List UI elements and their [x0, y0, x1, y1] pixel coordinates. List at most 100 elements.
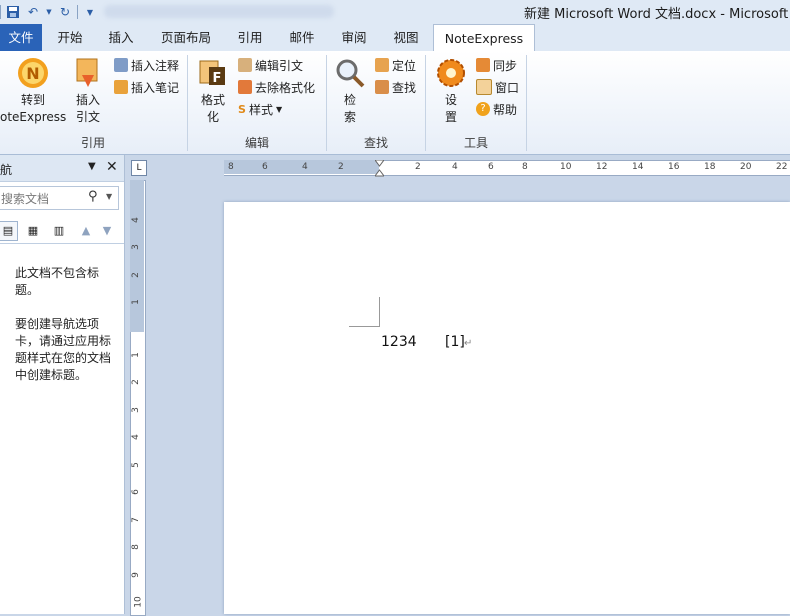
pen-icon [114, 80, 128, 94]
tab-insert[interactable]: 插入 [101, 24, 141, 51]
window-icon [476, 79, 492, 95]
tab-home[interactable]: 开始 [50, 24, 90, 51]
search-icon[interactable]: ⚲ [88, 189, 98, 204]
ruler-tick-label: 6 [262, 162, 268, 172]
sync-button[interactable]: 同步 [476, 56, 517, 74]
create-headings-hint: 要创建导航选项卡，请通过应用标题样式在您的文档中创建标题。 [15, 317, 112, 382]
ruler-tick-label: 6 [488, 162, 494, 172]
undo-icon[interactable]: ↶ [25, 4, 41, 20]
indent-marker-icon[interactable] [374, 159, 385, 178]
tab-review[interactable]: 审阅 [334, 24, 374, 51]
style-dropdown[interactable]: S 样式 ▼ [238, 100, 282, 118]
chevron-down-icon: ▼ [275, 104, 283, 114]
help-button[interactable]: ? 帮助 [476, 100, 517, 118]
group-separator [526, 55, 527, 151]
ruler-tick-label: 12 [596, 162, 608, 172]
window-button[interactable]: 窗口 [476, 78, 519, 96]
ruler-tick-label: 4 [302, 162, 308, 172]
ruler-tick-label: 8 [130, 544, 141, 550]
ruler-tick-label: 2 [415, 162, 421, 172]
ribbon: N 转到 oteExpress 插入 引文 插入注释 插入笔记 引用 F 格式 … [0, 51, 790, 155]
insert-note-button[interactable]: 插入注释 [114, 56, 179, 74]
chevron-down-icon[interactable]: ▼ [106, 192, 112, 201]
undo-dropdown-icon[interactable]: ▼ [45, 4, 53, 20]
ruler-tick-label: 18 [704, 162, 716, 172]
group-label-find: 查找 [363, 136, 388, 150]
chevron-down-icon[interactable]: ▼ [88, 161, 96, 172]
window-title: 新建 Microsoft Word 文档.docx - Microsoft W [524, 7, 790, 22]
tab-references[interactable]: 引用 [230, 24, 270, 51]
edit-citation-button[interactable]: 编辑引文 [238, 56, 303, 74]
ruler-tick-label: 3 [130, 407, 141, 413]
ruler-tick-label: 5 [130, 462, 141, 468]
headings-view-icon[interactable]: ▤ [0, 221, 18, 241]
find-button[interactable]: 查找 [375, 78, 416, 96]
sync-icon [476, 58, 490, 72]
svg-text:F: F [213, 71, 222, 86]
group-label-edit: 编辑 [244, 136, 269, 150]
group-label-cite: 引用 [80, 136, 105, 150]
goto-noteexpress-button[interactable]: N 转到 oteExpress [0, 57, 66, 126]
ruler-tick-label: 8 [522, 162, 528, 172]
ruler-tick-label: 4 [452, 162, 458, 172]
ruler-tick-label: 9 [130, 572, 141, 578]
customize-toolbar-icon[interactable]: ▼ [82, 4, 98, 20]
gear-icon [435, 57, 467, 89]
ruler-tick-label: 3 [130, 244, 141, 250]
tab-page-layout[interactable]: 页面布局 [156, 24, 216, 51]
nav-pane-title: 航 [0, 163, 13, 177]
toolbar-separator [0, 5, 1, 19]
search-button[interactable]: 检 索 [332, 57, 368, 126]
no-headings-text: 此文档不包含标题。 [15, 266, 100, 297]
search-input[interactable]: 搜索文档 ⚲ ▼ [0, 186, 119, 210]
insert-citation-icon [72, 57, 104, 89]
document-text[interactable]: 1234 [381, 334, 417, 350]
tab-selector-icon[interactable]: L [131, 160, 147, 176]
svg-text:N: N [26, 64, 39, 83]
remove-format-icon [238, 80, 252, 94]
ruler-tick-label: 2 [130, 379, 141, 385]
ruler-tick-label: 2 [338, 162, 344, 172]
close-icon[interactable]: ✕ [106, 159, 118, 175]
find-icon [375, 80, 389, 94]
ruler-tick-label: 14 [632, 162, 644, 172]
quick-access-toolbar: ↶ ▼ ↻ ▼ [0, 3, 98, 21]
format-icon: F [197, 57, 229, 89]
nav-view-tabs: ▤ ▦ ▥ ▲ ▼ [0, 219, 124, 244]
insert-citation-button[interactable]: 插入 引文 [70, 57, 106, 126]
locate-icon [375, 58, 389, 72]
tab-file[interactable]: 文件 [0, 24, 42, 51]
group-label-tools: 工具 [463, 136, 488, 150]
locate-button[interactable]: 定位 [375, 56, 416, 74]
ruler-tick-label: 4 [130, 217, 141, 223]
tab-noteexpress[interactable]: NoteExpress [433, 24, 535, 53]
note-icon [114, 58, 128, 72]
next-icon[interactable]: ▼ [97, 221, 117, 241]
ruler-tick-label: 10 [133, 596, 144, 608]
previous-icon[interactable]: ▲ [76, 221, 96, 241]
ruler-tick-label: 16 [668, 162, 680, 172]
ruler-tick-label: 4 [130, 434, 141, 440]
tab-view[interactable]: 视图 [386, 24, 426, 51]
help-icon: ? [476, 102, 490, 116]
document-page[interactable] [224, 202, 790, 614]
remove-format-button[interactable]: 去除格式化 [238, 78, 315, 96]
ruler-tick-label: 1 [130, 352, 141, 358]
magnifier-icon [334, 57, 366, 89]
navigation-pane: 航 ▼ ✕ 搜索文档 ⚲ ▼ ▤ ▦ ▥ ▲ ▼ 此文档不包含标题。 要创建导航… [0, 155, 125, 614]
pages-view-icon[interactable]: ▦ [23, 221, 43, 241]
insert-annotation-button[interactable]: 插入笔记 [114, 78, 179, 96]
settings-button[interactable]: 设 置 [433, 57, 469, 126]
paragraph-mark: ↵ [464, 338, 473, 349]
ruler-tick-label: 7 [130, 517, 141, 523]
vertical-ruler-margin [130, 180, 144, 332]
redo-icon[interactable]: ↻ [57, 4, 73, 20]
citation-marker[interactable]: [1] [445, 334, 465, 350]
format-button[interactable]: F 格式 化 [195, 57, 231, 126]
tab-mailings[interactable]: 邮件 [282, 24, 322, 51]
ruler-tick-label: 22 [776, 162, 788, 172]
save-icon[interactable] [5, 4, 21, 20]
ruler-tick-label: 1 [130, 299, 141, 305]
ruler-tick-label: 10 [560, 162, 572, 172]
results-view-icon[interactable]: ▥ [49, 221, 69, 241]
